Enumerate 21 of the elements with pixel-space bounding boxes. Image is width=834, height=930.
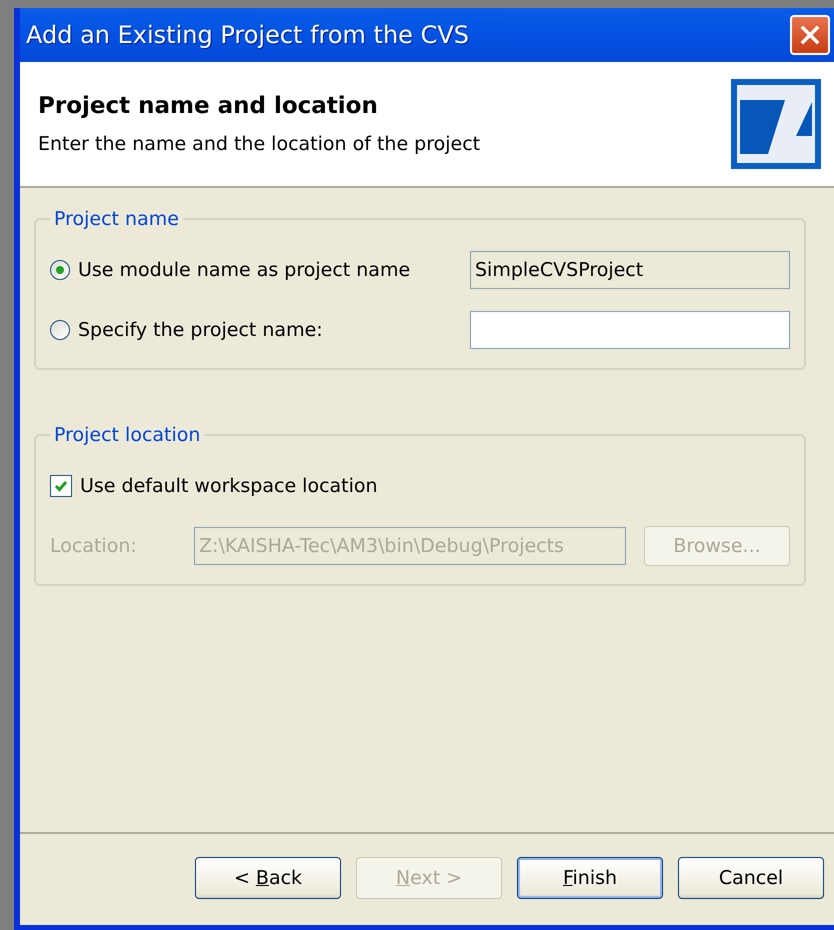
page-title: Project name and location (38, 93, 379, 119)
window-title: Add an Existing Project from the CVS (25, 21, 469, 49)
checkbox[interactable] (50, 475, 72, 497)
radio-option[interactable]: Use module name as project name (50, 259, 410, 281)
group-title: Project location (53, 424, 202, 446)
text-field[interactable]: SimpleCVSProject (470, 251, 790, 289)
page-subtitle: Enter the name and the location of the project (38, 133, 480, 155)
radio-button[interactable] (50, 260, 70, 280)
logo-icon (730, 78, 822, 170)
wizard-button[interactable]: < Back (195, 856, 341, 898)
group-title: Project name (53, 208, 180, 230)
check-icon (53, 478, 69, 494)
close-button[interactable] (790, 15, 830, 55)
text-field[interactable] (470, 311, 790, 349)
wizard-button[interactable]: Finish (517, 856, 663, 898)
wizard-button[interactable]: Cancel (678, 856, 824, 898)
checkbox-option[interactable]: Use default workspace location (50, 475, 378, 497)
radio-option[interactable]: Specify the project name: (50, 319, 323, 341)
radio-button[interactable] (50, 320, 70, 340)
close-icon (799, 24, 821, 46)
location-label: Location: (50, 535, 138, 557)
